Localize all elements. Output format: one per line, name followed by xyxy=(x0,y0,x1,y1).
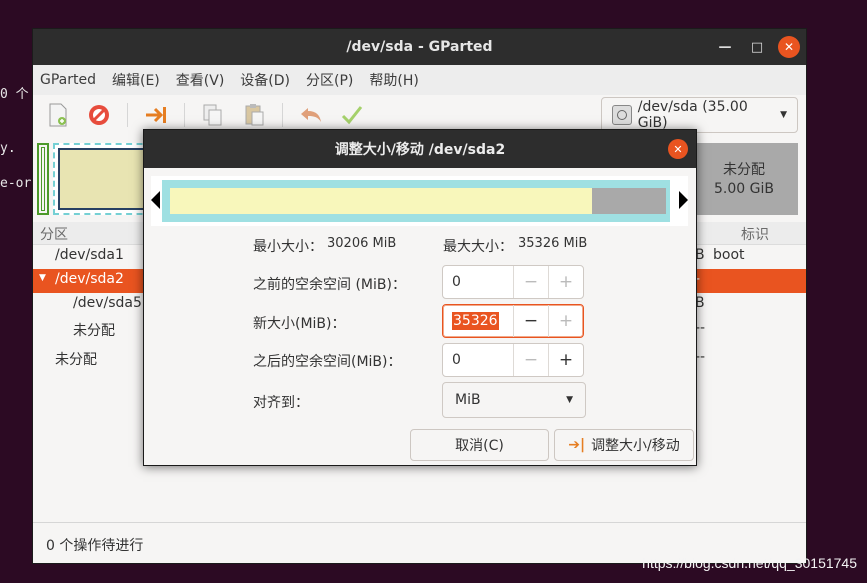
terminal-text: 0 个 xyxy=(0,87,29,102)
increment-button[interactable]: + xyxy=(548,344,583,376)
new-size-selected-text: 35326 xyxy=(452,312,499,330)
free-before-label: 之前的空余空间 (MiB)： xyxy=(253,277,406,293)
min-size-label: 最小大小： xyxy=(253,239,323,255)
free-before-spinner[interactable]: 0 − + xyxy=(442,265,584,299)
row-flag: boot xyxy=(713,247,745,263)
resize-move-button-label: 调整大小/移动 xyxy=(591,438,680,454)
row-partition-name: /dev/sda2 xyxy=(55,271,124,287)
resize-move-icon: ➔| xyxy=(568,437,586,453)
min-size-value: 30206 MiB xyxy=(327,236,397,251)
row-partition-name: /dev/sda5 xyxy=(73,295,142,311)
header-partition[interactable]: 分区 xyxy=(40,224,68,244)
new-partition-icon[interactable] xyxy=(45,102,71,128)
menu-partition[interactable]: 分区(P) xyxy=(306,70,353,90)
free-after-label: 之后的空余空间(MiB)： xyxy=(253,354,402,370)
graph-sda2[interactable] xyxy=(53,143,153,215)
device-selector[interactable]: /dev/sda (35.00 GiB) ▼ xyxy=(601,97,798,133)
menubar: GParted 编辑(E) 查看(V) 设备(D) 分区(P) 帮助(H) xyxy=(33,65,806,95)
partition-frame[interactable] xyxy=(162,180,670,222)
resize-move-dialog: 调整大小/移动 /dev/sda2 ✕ 最小大小： 30206 MiB 最大大小… xyxy=(143,129,697,466)
dialog-titlebar[interactable]: 调整大小/移动 /dev/sda2 ✕ xyxy=(144,130,696,168)
graph-sda1[interactable] xyxy=(37,143,49,215)
free-after-spinner[interactable]: 0 − + xyxy=(442,343,584,377)
row-partition-name: /dev/sda1 xyxy=(55,247,124,263)
terminal-text: e-or xyxy=(0,176,32,191)
free-after-input[interactable]: 0 xyxy=(443,352,513,368)
left-handle-icon[interactable] xyxy=(151,191,160,209)
decrement-button[interactable]: − xyxy=(513,266,548,298)
pending-operations: 0 个操作待进行 xyxy=(46,538,144,554)
max-size-label: 最大大小： xyxy=(443,239,513,255)
align-value: MiB xyxy=(455,392,481,408)
disk-icon xyxy=(612,105,632,125)
toolbar-separator xyxy=(184,103,185,127)
chevron-down-icon: ▼ xyxy=(566,395,573,405)
graph-unallocated[interactable]: 未分配 5.00 GiB xyxy=(690,143,798,215)
increment-button[interactable]: + xyxy=(548,266,583,298)
maximize-button[interactable]: □ xyxy=(746,36,768,58)
device-selector-label: /dev/sda (35.00 GiB) xyxy=(637,99,748,131)
apply-check-icon[interactable] xyxy=(339,102,365,128)
new-size-input[interactable]: 35326 xyxy=(443,312,513,330)
resize-slider[interactable] xyxy=(151,176,688,226)
max-size-value: 35326 MiB xyxy=(518,236,588,251)
used-space-bar xyxy=(170,188,592,214)
window-title: /dev/sda - GParted xyxy=(346,39,493,55)
menu-device[interactable]: 设备(D) xyxy=(240,70,290,90)
graph-unallocated-size: 5.00 GiB xyxy=(714,181,774,197)
minimize-button[interactable]: — xyxy=(714,36,736,58)
free-before-input[interactable]: 0 xyxy=(443,274,513,290)
header-flags[interactable]: 标识 xyxy=(741,224,769,244)
increment-button[interactable]: + xyxy=(548,305,583,337)
expander-icon[interactable]: ▼ xyxy=(39,273,46,283)
align-label: 对齐到： xyxy=(253,395,309,411)
chevron-down-icon: ▼ xyxy=(780,110,787,120)
decrement-button[interactable]: − xyxy=(513,344,548,376)
menu-view[interactable]: 查看(V) xyxy=(176,70,225,90)
new-size-spinner[interactable]: 35326 − + xyxy=(442,304,584,338)
copy-icon[interactable] xyxy=(200,102,226,128)
watermark-text: https://blog.csdn.net/qq_30151745 xyxy=(642,555,857,571)
toolbar-separator xyxy=(282,103,283,127)
row-partition-name: 未分配 xyxy=(73,323,115,339)
right-handle-icon[interactable] xyxy=(679,191,688,209)
row-partition-name: 未分配 xyxy=(55,352,97,368)
cancel-button[interactable]: 取消(C) xyxy=(410,429,549,461)
new-size-label: 新大小(MiB)： xyxy=(253,316,346,332)
free-space-bar xyxy=(592,188,666,214)
toolbar-separator xyxy=(127,103,128,127)
menu-gparted[interactable]: GParted xyxy=(40,72,96,88)
resize-move-icon[interactable] xyxy=(143,102,169,128)
menu-help[interactable]: 帮助(H) xyxy=(369,70,418,90)
window-titlebar[interactable]: /dev/sda - GParted — □ ✕ xyxy=(33,29,806,65)
align-select[interactable]: MiB ▼ xyxy=(442,382,586,418)
paste-icon[interactable] xyxy=(241,102,267,128)
delete-icon[interactable] xyxy=(86,102,112,128)
resize-move-button[interactable]: ➔| 调整大小/移动 xyxy=(554,429,694,461)
terminal-text: y. xyxy=(0,141,16,156)
graph-unallocated-label: 未分配 xyxy=(723,162,765,178)
menu-edit[interactable]: 编辑(E) xyxy=(112,70,160,90)
dialog-title: 调整大小/移动 /dev/sda2 xyxy=(334,142,506,158)
undo-icon[interactable] xyxy=(298,102,324,128)
dialog-close-button[interactable]: ✕ xyxy=(668,139,688,159)
decrement-button[interactable]: − xyxy=(513,305,548,337)
close-button[interactable]: ✕ xyxy=(778,36,800,58)
